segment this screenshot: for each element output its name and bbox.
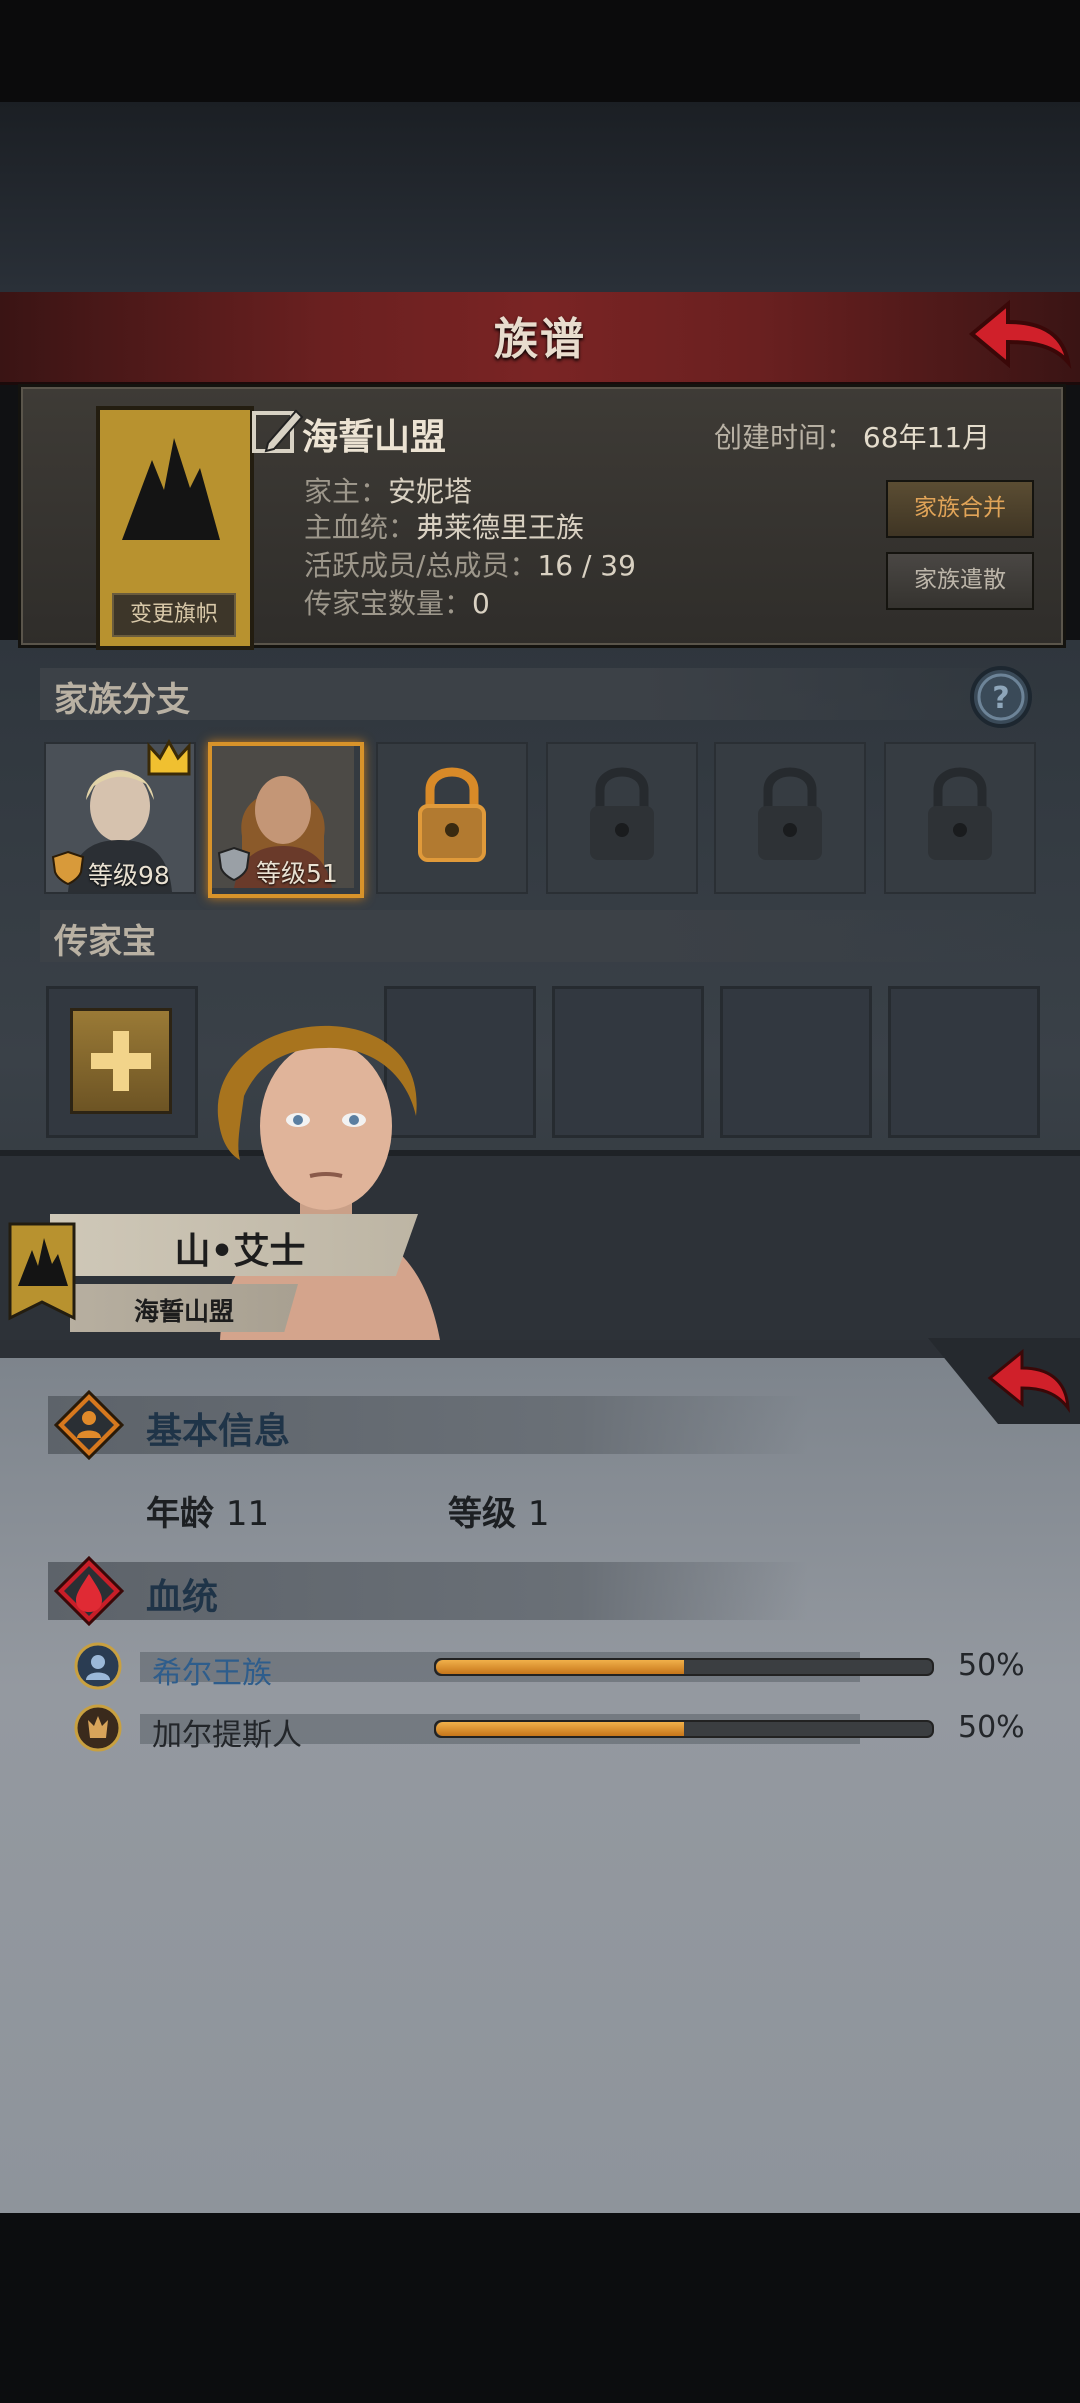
heirloom-slot[interactable] xyxy=(888,986,1040,1138)
royal-crest-icon xyxy=(74,1642,122,1690)
shield-icon xyxy=(50,850,86,886)
main-bloodline: 主血统：弗莱德里王族 xyxy=(304,506,584,546)
branch-slot-unlockable[interactable] xyxy=(376,742,528,894)
back-arrow-icon[interactable] xyxy=(966,296,1072,374)
beast-crest-icon xyxy=(74,1704,122,1752)
shield-icon xyxy=(216,846,252,882)
bloodline-percent-2: 50% xyxy=(958,1710,1025,1745)
level-stat: 等级 1 xyxy=(448,1486,549,1535)
age-stat: 年龄 11 xyxy=(146,1486,269,1535)
background-top xyxy=(0,102,1080,292)
bloodline-label: 主血统： xyxy=(304,511,417,544)
branch-section-title: 家族分支 xyxy=(54,680,190,720)
age-value: 11 xyxy=(225,1494,270,1534)
family-dissolve-button[interactable]: 家族遣散 xyxy=(886,552,1034,610)
edit-icon[interactable] xyxy=(250,405,304,459)
bloodline-title: 血统 xyxy=(146,1577,219,1618)
created-value: 68年11月 xyxy=(862,421,991,454)
mountain-crest-icon xyxy=(112,420,230,560)
heirloom-count-value: 0 xyxy=(472,587,490,620)
heirloom-slot[interactable] xyxy=(720,986,872,1138)
return-arrow-icon[interactable] xyxy=(928,1338,1080,1424)
family-head: 家主：安妮塔 xyxy=(304,470,472,510)
head-label: 家主： xyxy=(304,475,389,508)
level-label: 等级 xyxy=(448,1494,516,1534)
crown-icon xyxy=(146,738,192,778)
level-value: 1 xyxy=(527,1494,550,1534)
status-bar xyxy=(0,0,1080,102)
bloodline-name-2: 加尔提斯人 xyxy=(152,1718,302,1753)
change-banner-button[interactable]: 变更旗帜 xyxy=(112,593,236,637)
lock-icon xyxy=(928,767,992,860)
head-value: 安妮塔 xyxy=(388,475,473,508)
bloodline-fill-1 xyxy=(436,1660,684,1674)
members-value: 16 / 39 xyxy=(537,549,636,582)
character-info-panel xyxy=(0,1340,1080,2213)
branch-slot-locked xyxy=(546,742,698,894)
person-icon xyxy=(53,1389,125,1461)
bloodline-bar-2 xyxy=(434,1720,934,1738)
heirloom-slot[interactable] xyxy=(552,986,704,1138)
lock-open-icon xyxy=(418,767,486,862)
family-name: 海誓山盟 xyxy=(302,417,447,458)
bloodline-percent-1: 50% xyxy=(958,1648,1025,1683)
members-count: 活跃成员/总成员：16 / 39 xyxy=(304,544,636,584)
created-time: 创建时间： 68年11月 xyxy=(714,416,990,456)
heirloom-section-header xyxy=(40,910,1040,962)
created-label: 创建时间： xyxy=(714,421,855,454)
heirloom-count: 传家宝数量：0 xyxy=(304,582,490,622)
family-merge-button[interactable]: 家族合并 xyxy=(886,480,1034,538)
bloodline-name-1: 希尔王族 xyxy=(152,1656,272,1691)
lock-icon xyxy=(758,767,822,860)
character-family: 海誓山盟 xyxy=(133,1297,234,1326)
branch-slot-locked xyxy=(714,742,866,894)
branch-slot-locked xyxy=(884,742,1036,894)
blood-drop-icon xyxy=(53,1555,125,1627)
branch-level-2: 等级51 xyxy=(256,859,338,888)
svg-text:?: ? xyxy=(992,681,1009,716)
character-name: 山•艾士 xyxy=(174,1231,306,1272)
panel-divider xyxy=(0,1340,1080,1358)
lock-icon xyxy=(590,767,654,860)
add-heirloom-button[interactable] xyxy=(70,1008,172,1114)
basic-info-title: 基本信息 xyxy=(146,1411,291,1452)
page-title: 族谱 xyxy=(494,314,586,365)
bloodline-fill-2 xyxy=(436,1722,684,1736)
branch-level-1: 等级98 xyxy=(88,861,170,890)
plus-icon xyxy=(91,1031,151,1091)
heirloom-count-label: 传家宝数量： xyxy=(304,587,473,620)
bloodline-value: 弗莱德里王族 xyxy=(416,511,585,544)
bloodline-bar-1 xyxy=(434,1658,934,1676)
navigation-bar xyxy=(0,2213,1080,2403)
family-banner-small xyxy=(8,1222,76,1322)
branch-section-header xyxy=(40,668,1040,720)
age-label: 年龄 xyxy=(146,1494,214,1534)
help-icon[interactable]: ? xyxy=(968,664,1034,730)
heirloom-section-title: 传家宝 xyxy=(54,922,156,962)
members-label: 活跃成员/总成员： xyxy=(304,549,538,582)
